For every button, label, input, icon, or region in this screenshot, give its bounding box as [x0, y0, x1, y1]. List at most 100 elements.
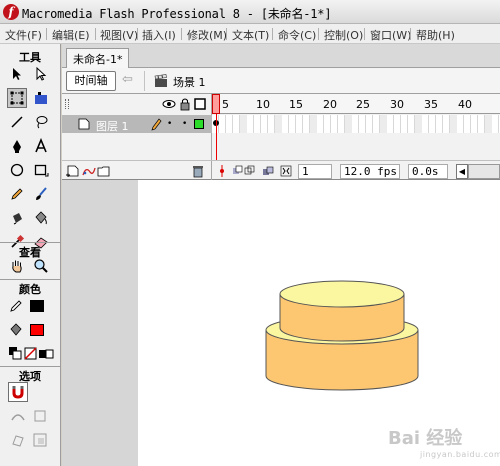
modify-onion-markers-icon[interactable]: [280, 165, 292, 177]
selection-tool[interactable]: [7, 64, 27, 84]
snap-to-objects-button[interactable]: [8, 382, 28, 402]
lasso-tool[interactable]: [31, 112, 51, 132]
timeline-grip-icon[interactable]: [65, 99, 69, 109]
add-layer-folder-icon[interactable]: [97, 164, 111, 178]
line-tool[interactable]: [7, 112, 27, 132]
frame-marker: [275, 115, 282, 133]
menu-edit[interactable]: 编辑(E): [52, 27, 90, 43]
subselection-tool[interactable]: [31, 64, 51, 84]
lock-icon[interactable]: [178, 97, 192, 111]
rectangle-tool[interactable]: [31, 160, 51, 180]
pencil-tool[interactable]: [7, 184, 27, 204]
menu-modify[interactable]: 修改(M): [187, 27, 227, 43]
add-motion-guide-icon[interactable]: [82, 164, 96, 178]
stroke-color-swatch[interactable]: [30, 300, 44, 312]
zoom-tool[interactable]: [31, 256, 51, 276]
center-frame-icon[interactable]: [216, 165, 228, 177]
outline-square-icon[interactable]: [193, 97, 207, 111]
rectangle-icon: [34, 164, 49, 177]
fill-color-swatch[interactable]: [30, 324, 44, 336]
timeline-horizontal-scrollbar[interactable]: [468, 164, 500, 179]
paint-bucket-icon: [35, 211, 47, 225]
scene-bar: 时间轴 ⇦ 场景 1: [62, 68, 500, 94]
colors-section-label: 颜色: [0, 279, 60, 297]
pen-icon: [13, 140, 21, 153]
menu-help[interactable]: 帮助(H): [416, 27, 455, 43]
layer-name[interactable]: 图层 1: [96, 118, 129, 134]
eye-icon[interactable]: [162, 97, 176, 111]
ruler-frame-10: 10: [256, 98, 270, 111]
menu-text[interactable]: 文本(T): [232, 27, 269, 43]
paint-bucket-icon: [10, 323, 22, 336]
add-layer-icon[interactable]: [66, 164, 80, 178]
scale-option[interactable]: [30, 430, 50, 450]
scale-icon: [33, 433, 47, 447]
menu-view[interactable]: 视图(V): [100, 27, 138, 43]
frame-marker: [240, 115, 247, 133]
flash-app-icon: f: [3, 4, 19, 20]
back-arrow-icon[interactable]: ⇦: [122, 72, 133, 87]
timeline-toggle-button[interactable]: 时间轴: [66, 71, 116, 91]
menu-separator: [410, 28, 411, 40]
layer-outline-color-swatch[interactable]: [194, 119, 204, 129]
scene-separator: [144, 71, 145, 91]
baidu-watermark-url: jingyan.baidu.com: [420, 450, 500, 459]
menu-window[interactable]: 窗口(W): [370, 27, 411, 43]
rotate-option[interactable]: [8, 430, 28, 450]
paint-bucket-tool[interactable]: [31, 208, 51, 228]
layer-row[interactable]: 图层 1 • •: [62, 115, 212, 133]
scene-label[interactable]: 场景 1: [173, 74, 206, 90]
pencil-icon: [10, 300, 22, 312]
hand-tool[interactable]: [7, 256, 27, 276]
menu-bar: 文件(F) 编辑(E) 视图(V) 插入(I) 修改(M) 文本(T) 命令(C…: [0, 24, 500, 44]
ruler-frame-20: 20: [323, 98, 337, 111]
swap-colors-button[interactable]: [36, 344, 56, 364]
frame-marker: [415, 115, 422, 133]
smooth-icon: [11, 414, 25, 421]
text-tool[interactable]: [31, 136, 51, 156]
ruler-frame-40: 40: [458, 98, 472, 111]
menu-separator: [364, 28, 365, 40]
oval-tool[interactable]: [7, 160, 27, 180]
ink-bottle-tool[interactable]: [7, 208, 27, 228]
clapperboard-icon: [154, 74, 167, 87]
rotate-icon: [12, 435, 24, 447]
menu-control[interactable]: 控制(O): [324, 27, 363, 43]
frame-marker: [485, 115, 492, 133]
scroll-left-button[interactable]: ◀: [456, 164, 468, 179]
pen-tool[interactable]: [7, 136, 27, 156]
edit-multiple-frames-icon[interactable]: [262, 165, 274, 177]
lock-dot[interactable]: •: [182, 119, 187, 129]
delete-layer-icon[interactable]: [191, 164, 205, 178]
elapsed-time-display: 0.0s: [408, 164, 448, 179]
ink-bottle-icon: [13, 213, 22, 225]
document-tab[interactable]: 未命名-1*: [66, 48, 130, 68]
layer-buttons: [62, 160, 212, 180]
frame-rate-display[interactable]: 12.0 fps: [340, 164, 400, 179]
timeline-panel: 图层 1 • • 5 10 15 20 25 30 35 40 1 12.0 f…: [62, 94, 500, 180]
visibility-dot[interactable]: •: [167, 119, 172, 129]
straighten-option[interactable]: [30, 406, 50, 426]
menu-separator: [272, 28, 273, 40]
onion-skin-outlines-icon[interactable]: [244, 165, 256, 177]
cake-top-tier-top[interactable]: [279, 280, 405, 308]
ruler-frame-30: 30: [390, 98, 404, 111]
playhead-line: [216, 114, 217, 160]
menu-separator: [226, 28, 227, 40]
free-transform-tool[interactable]: [7, 88, 27, 108]
fill-transform-tool[interactable]: [31, 88, 51, 108]
menu-commands[interactable]: 命令(C): [278, 27, 316, 43]
smooth-option[interactable]: [8, 406, 28, 426]
menu-file[interactable]: 文件(F): [5, 27, 42, 43]
menu-insert[interactable]: 插入(I): [142, 27, 176, 43]
gradient-transform-icon: [35, 92, 47, 104]
playhead[interactable]: [212, 94, 220, 114]
menu-separator: [181, 28, 182, 40]
arrow-icon: [13, 68, 21, 80]
frame-marker: [450, 115, 457, 133]
ruler-frame-35: 35: [424, 98, 438, 111]
brush-tool[interactable]: [31, 184, 51, 204]
frame-ruler[interactable]: 5 10 15 20 25 30 35 40: [212, 94, 500, 114]
fill-color-icon: [6, 320, 26, 340]
onion-skin-icon[interactable]: [232, 165, 244, 177]
